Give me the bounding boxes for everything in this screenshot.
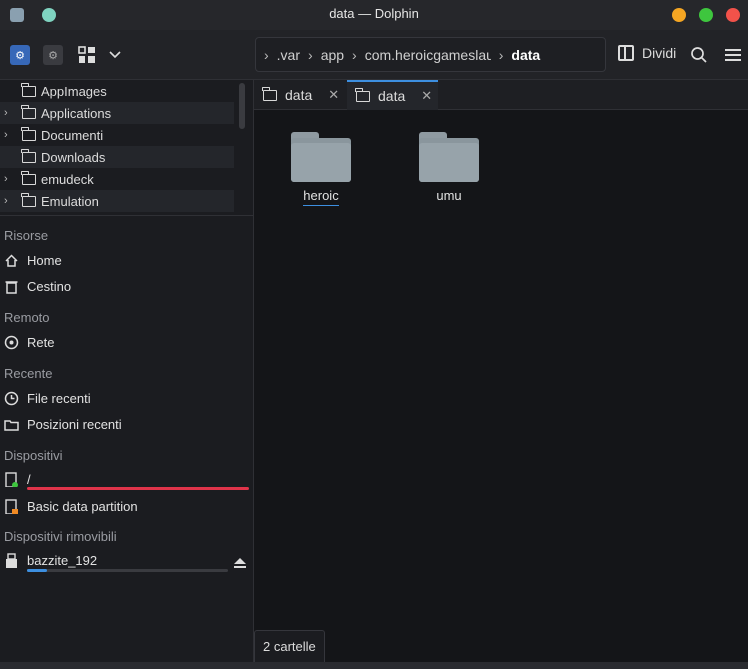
section-header: Recente xyxy=(4,366,53,381)
window-title: data — Dolphin xyxy=(329,6,419,21)
tree-scrollbar[interactable] xyxy=(239,83,245,129)
bazzite-usage-bar xyxy=(27,569,47,572)
tab-bar: data ✕ data ✕ xyxy=(254,80,748,110)
folder-tree: AppImages › Applications › Documenti Dow… xyxy=(0,80,253,216)
trash-icon xyxy=(5,281,18,294)
folder-recent-icon xyxy=(4,420,19,431)
clock-icon xyxy=(4,391,19,406)
tree-item[interactable]: › Documenti xyxy=(0,124,234,146)
folder-icon xyxy=(291,132,351,182)
section-header: Dispositivi rimovibili xyxy=(4,529,117,544)
view-mode-grid-button[interactable] xyxy=(78,43,96,67)
chevron-right-icon: › xyxy=(308,46,313,63)
maximize-button[interactable] xyxy=(699,8,713,22)
chevron-right-icon: › xyxy=(264,46,269,63)
chevron-right-icon: › xyxy=(352,46,357,63)
breadcrumb-item[interactable]: com.heroicgameslau xyxy=(365,47,491,63)
chevron-right-icon[interactable]: › xyxy=(4,107,18,119)
folder-icon xyxy=(21,82,36,97)
folder-item-umu[interactable]: umu xyxy=(401,132,497,203)
status-text: 2 cartelle xyxy=(254,630,325,662)
search-icon xyxy=(691,47,707,63)
place-trash[interactable]: Cestino xyxy=(4,279,71,294)
tree-item-label: AppImages xyxy=(41,83,107,99)
tree-item-label: Emulation xyxy=(41,193,99,209)
breadcrumb[interactable]: › .var › app › com.heroicgameslau › data xyxy=(255,37,606,72)
tree-item[interactable]: › Applications xyxy=(0,102,234,124)
status-bar: 2 cartelle xyxy=(254,630,748,662)
chevron-down-icon xyxy=(109,51,121,59)
view-options-dropdown[interactable] xyxy=(108,43,122,67)
section-header: Risorse xyxy=(4,228,49,243)
eject-button[interactable] xyxy=(233,557,247,572)
section-header: Remoto xyxy=(4,310,50,325)
window-bottom-edge xyxy=(0,662,748,669)
folder-icon xyxy=(21,192,36,207)
title-bar: data — Dolphin xyxy=(0,0,748,30)
partition-icon xyxy=(5,499,18,514)
folder-item-heroic[interactable]: heroic xyxy=(273,132,369,206)
eject-icon xyxy=(234,558,246,568)
tree-item[interactable]: › Emulation xyxy=(0,190,234,212)
file-view[interactable]: heroic umu xyxy=(254,110,748,630)
tree-item[interactable]: AppImages xyxy=(0,80,234,102)
place-recent-files[interactable]: File recenti xyxy=(4,391,91,406)
close-tab-icon[interactable]: ✕ xyxy=(328,87,339,103)
minimize-button[interactable] xyxy=(672,8,686,22)
breadcrumb-current[interactable]: data xyxy=(511,47,540,63)
tab-data-2[interactable]: data ✕ xyxy=(347,80,438,110)
device-bazzite[interactable]: bazzite_192 xyxy=(4,553,97,568)
folder-icon xyxy=(21,148,36,163)
close-button[interactable] xyxy=(726,8,740,22)
search-button[interactable] xyxy=(690,43,708,67)
section-header: Dispositivi xyxy=(4,448,63,463)
root-usage-bar xyxy=(27,487,249,490)
drive-icon xyxy=(5,472,18,487)
view-mode-compact-button[interactable]: ⚙ xyxy=(43,43,63,67)
folder-icon xyxy=(21,126,36,141)
tree-item[interactable]: Downloads xyxy=(0,146,234,168)
breadcrumb-item[interactable]: .var xyxy=(277,47,300,63)
place-recent-locations[interactable]: Posizioni recenti xyxy=(4,417,122,432)
folder-icon xyxy=(419,132,479,182)
chevron-right-icon[interactable]: › xyxy=(4,129,18,141)
chevron-right-icon[interactable]: › xyxy=(4,195,18,207)
folder-icon xyxy=(262,86,277,101)
network-icon xyxy=(4,335,19,350)
place-network[interactable]: Rete xyxy=(4,335,54,350)
device-root[interactable]: / xyxy=(4,472,31,487)
kde-icon: ⚙ xyxy=(10,45,30,65)
close-tab-icon[interactable]: ✕ xyxy=(421,88,432,104)
tree-item-label: Applications xyxy=(41,105,112,121)
folder-icon xyxy=(21,104,36,119)
places-panel: Risorse Home Cestino Remoto Rete Recente… xyxy=(0,217,253,669)
folder-icon xyxy=(21,170,36,185)
split-button[interactable]: Dividi xyxy=(618,45,676,61)
tree-item-label: Downloads xyxy=(41,149,106,165)
grid-icon xyxy=(78,46,95,63)
toolbar: ⚙ ⚙ › .var › app › com.heroicgameslau › … xyxy=(0,30,748,80)
tree-item-label: Documenti xyxy=(41,127,104,143)
home-icon xyxy=(5,254,18,267)
chevron-right-icon: › xyxy=(498,46,504,63)
tree-item-label: emudeck xyxy=(41,171,94,187)
hamburger-icon xyxy=(725,49,741,61)
usb-drive-icon xyxy=(6,553,17,568)
folder-item-label: heroic xyxy=(303,188,339,206)
device-basic-partition[interactable]: Basic data partition xyxy=(4,499,138,514)
split-view-icon xyxy=(618,45,634,61)
folder-icon xyxy=(355,87,370,102)
tree-item[interactable]: › emudeck xyxy=(0,168,234,190)
view-mode-icons-button[interactable]: ⚙ xyxy=(10,43,30,67)
chevron-right-icon[interactable]: › xyxy=(4,173,18,185)
split-label: Dividi xyxy=(642,45,677,61)
place-home[interactable]: Home xyxy=(4,253,62,268)
kde-gray-icon: ⚙ xyxy=(43,45,63,65)
bazzite-usage-track xyxy=(27,569,228,572)
folder-item-label: umu xyxy=(436,188,462,203)
tab-data-1[interactable]: data ✕ xyxy=(254,80,346,110)
breadcrumb-item[interactable]: app xyxy=(321,47,344,63)
menu-button[interactable] xyxy=(724,43,742,67)
